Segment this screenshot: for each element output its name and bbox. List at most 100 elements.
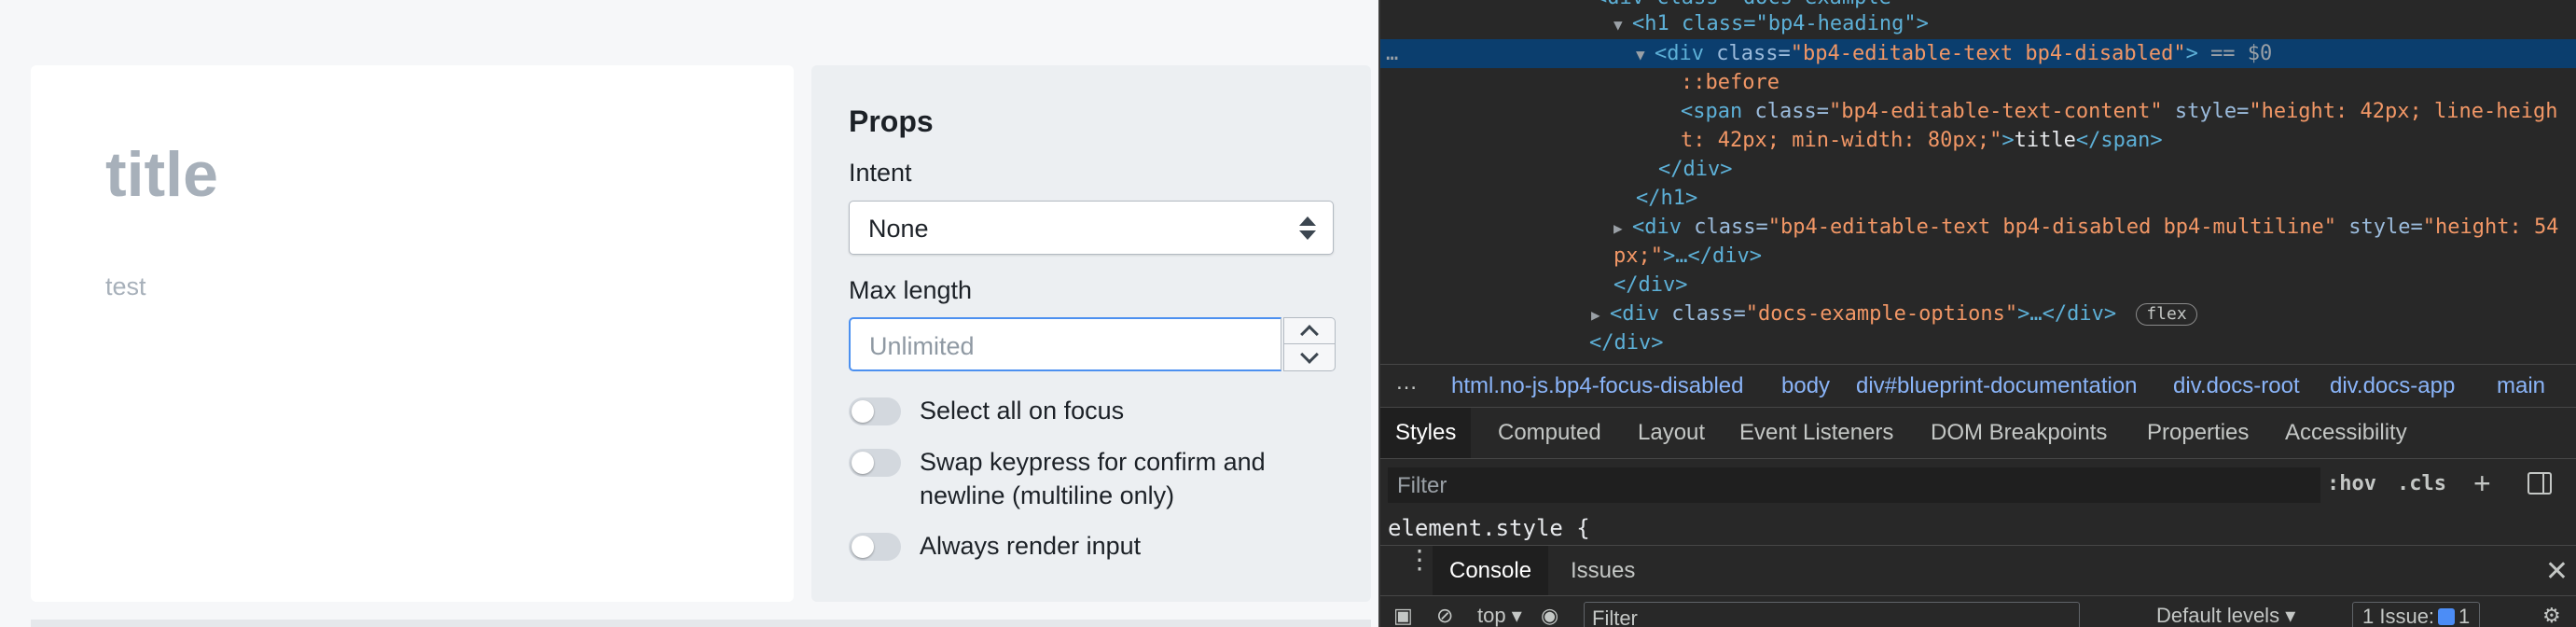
dom-tag-end: >…</div> <box>2017 302 2117 326</box>
dom-node-div-close[interactable]: </div> <box>1380 328 2576 357</box>
next-example-edge <box>31 620 1371 627</box>
dom-tag: <div <box>1655 42 1704 65</box>
breadcrumb-item[interactable]: main <box>2497 365 2545 407</box>
toggle-switch[interactable] <box>849 533 901 561</box>
breadcrumb-item[interactable]: html.no-js.bp4-focus-disabled <box>1451 365 1744 407</box>
max-length-input[interactable]: Unlimited <box>849 317 1281 371</box>
dom-node-div-close[interactable]: </div> <box>1380 271 2576 300</box>
dom-attr: style= <box>2348 216 2423 239</box>
chevron-up-icon <box>1300 324 1319 343</box>
dom-node-h1[interactable]: ▼ <h1 class="bp4-heading"> <box>1380 9 2576 38</box>
sidebar-toggle-icon[interactable]: ▣ <box>1393 604 1413 627</box>
dom-tag-end: > <box>2001 129 2015 152</box>
dom-node-div-close[interactable]: </div> <box>1380 155 2576 184</box>
dom-text: title <box>2014 129 2076 152</box>
expand-triangle-icon[interactable]: ▶ <box>1613 214 1632 243</box>
console-filter-placeholder: Filter <box>1592 606 1638 627</box>
cls-button[interactable]: .cls <box>2397 472 2446 495</box>
dom-tag-close: </span> <box>2075 129 2163 152</box>
dom-node-before[interactable]: ::before <box>1380 68 2576 97</box>
dom-tag: <div <box>1610 302 1659 326</box>
levels-select[interactable]: Default levels ▾ <box>2156 604 2295 627</box>
max-length-stepper <box>1283 317 1336 371</box>
issues-chip[interactable]: 1 Issue: 1 <box>2352 602 2481 627</box>
tab-event-listeners[interactable]: Event Listeners <box>1724 408 1908 458</box>
intent-select-value: None <box>868 215 929 243</box>
breadcrumb-item[interactable]: div.docs-app <box>2330 365 2455 407</box>
hov-button[interactable]: :hov <box>2327 472 2376 495</box>
styles-filter-bar: Filter :hov .cls + <box>1380 459 2576 511</box>
dom-attr-value: "docs-example-options" <box>1745 302 2018 326</box>
tab-layout[interactable]: Layout <box>1623 408 1720 458</box>
flex-badge[interactable]: flex <box>2136 303 2197 326</box>
dom-tag-close: </div> <box>1658 158 1733 181</box>
dom-node-span-cont[interactable]: t: 42px; min-width: 80px;">title</span> <box>1380 126 2576 155</box>
clear-console-icon[interactable]: ⊘ <box>1436 604 1453 627</box>
dom-node-multiline-cont[interactable]: px;">…</div> <box>1380 242 2576 271</box>
dom-node-editable-text-selected[interactable]: … ▼ <div class="bp4-editable-text bp4-dis… <box>1380 39 2576 68</box>
example-card: title test <box>31 65 794 602</box>
dom-tag: <div <box>1632 216 1682 239</box>
dom-fragment: <div class="docs-example <box>1595 0 1891 9</box>
switch-knob <box>852 400 874 423</box>
tab-console[interactable]: Console <box>1433 546 1549 596</box>
dom-attr-value: "height: 42px; line-heigh <box>2249 100 2558 123</box>
expand-triangle-icon[interactable]: ▼ <box>1636 40 1655 69</box>
switch-label: Select all on focus <box>920 397 1125 425</box>
dom-node-multiline[interactable]: ▶ <div class="bp4-editable-text bp4-disab… <box>1380 213 2576 242</box>
toggle-switch[interactable] <box>849 397 901 425</box>
issues-prefix: 1 Issue: <box>2362 605 2435 627</box>
console-filter-input[interactable]: Filter <box>1584 602 2080 627</box>
chevron-down-icon <box>1300 345 1319 364</box>
elements-tree: <div class="docs-example ▼<h1 class="bp4… <box>1380 0 2576 364</box>
tab-properties[interactable]: Properties <box>2132 408 2264 458</box>
dom-attr-value: "bp4-editable-text-content" <box>1828 100 2163 123</box>
element-style-rule[interactable]: element.style { <box>1388 511 1590 545</box>
toggle-switch[interactable] <box>849 449 901 477</box>
dom-attr-value: px;" <box>1613 244 1663 268</box>
dom-tag-close: </div> <box>1589 331 1664 355</box>
tab-computed[interactable]: Computed <box>1483 408 1616 458</box>
dom-node-options[interactable]: ▶ <div class="docs-example-options">…</di… <box>1380 300 2576 328</box>
breadcrumb-item[interactable]: body <box>1781 365 1830 407</box>
styles-filter-input[interactable]: Filter <box>1388 467 2320 503</box>
eye-icon[interactable]: ◉ <box>1541 604 1558 627</box>
switch-label: Always render input <box>920 532 1142 560</box>
node-actions-icon[interactable]: … <box>1386 39 1398 68</box>
close-icon[interactable]: ✕ <box>2545 555 2569 588</box>
expand-triangle-icon[interactable]: ▶ <box>1591 300 1610 329</box>
max-length-label: Max length <box>849 276 973 304</box>
dom-node-span[interactable]: <span class="bp4-editable-text-content" … <box>1380 97 2576 126</box>
dom-tag-close: </h1> <box>1636 187 1698 210</box>
docs-page: title test Props Intent None Max length … <box>0 0 1378 627</box>
dom-node-h1-close[interactable]: </h1> <box>1380 184 2576 213</box>
decrement-button[interactable] <box>1284 344 1335 370</box>
drawer-tabbar: ⋮ Console Issues ✕ <box>1380 545 2576 596</box>
tab-dom-breakpoints[interactable]: DOM Breakpoints <box>1916 408 2122 458</box>
dom-tag-close: </div> <box>1613 273 1688 297</box>
tab-accessibility[interactable]: Accessibility <box>2270 408 2422 458</box>
switch-label: Swap keypress for confirm and newline (m… <box>920 448 1266 509</box>
drawer-menu-icon[interactable]: ⋮ <box>1406 547 1433 573</box>
dom-attr-value: t: 42px; min-width: 80px;" <box>1681 129 2002 152</box>
settings-gear-icon[interactable]: ⚙ <box>2542 604 2561 627</box>
intent-select[interactable]: None <box>849 201 1334 255</box>
dom-attr: class= <box>1671 302 1746 326</box>
tab-issues[interactable]: Issues <box>1554 546 1652 596</box>
new-rule-icon[interactable]: + <box>2473 467 2491 501</box>
breadcrumb-item[interactable]: div.docs-root <box>2173 365 2300 407</box>
breadcrumb: … html.no-js.bp4-focus-disabled body div… <box>1380 364 2576 407</box>
increment-button[interactable] <box>1284 318 1335 344</box>
dom-attr: class= <box>1694 216 1768 239</box>
more-crumbs-icon[interactable]: … <box>1395 365 1418 404</box>
toggle-sidebar-icon[interactable] <box>2528 472 2552 495</box>
issue-icon <box>2438 608 2456 625</box>
caret-up-icon <box>1299 216 1316 226</box>
tab-styles[interactable]: Styles <box>1380 408 1472 458</box>
dom-tag: <span <box>1681 100 1743 123</box>
dom-attr-value: "bp4-editable-text bp4-disabled" <box>1790 42 2186 65</box>
dom-attr: class= <box>1754 100 1829 123</box>
expand-triangle-icon[interactable]: ▼ <box>1613 10 1632 39</box>
breadcrumb-item[interactable]: div#blueprint-documentation <box>1856 365 2138 407</box>
context-select[interactable]: top ▾ <box>1477 604 1522 627</box>
